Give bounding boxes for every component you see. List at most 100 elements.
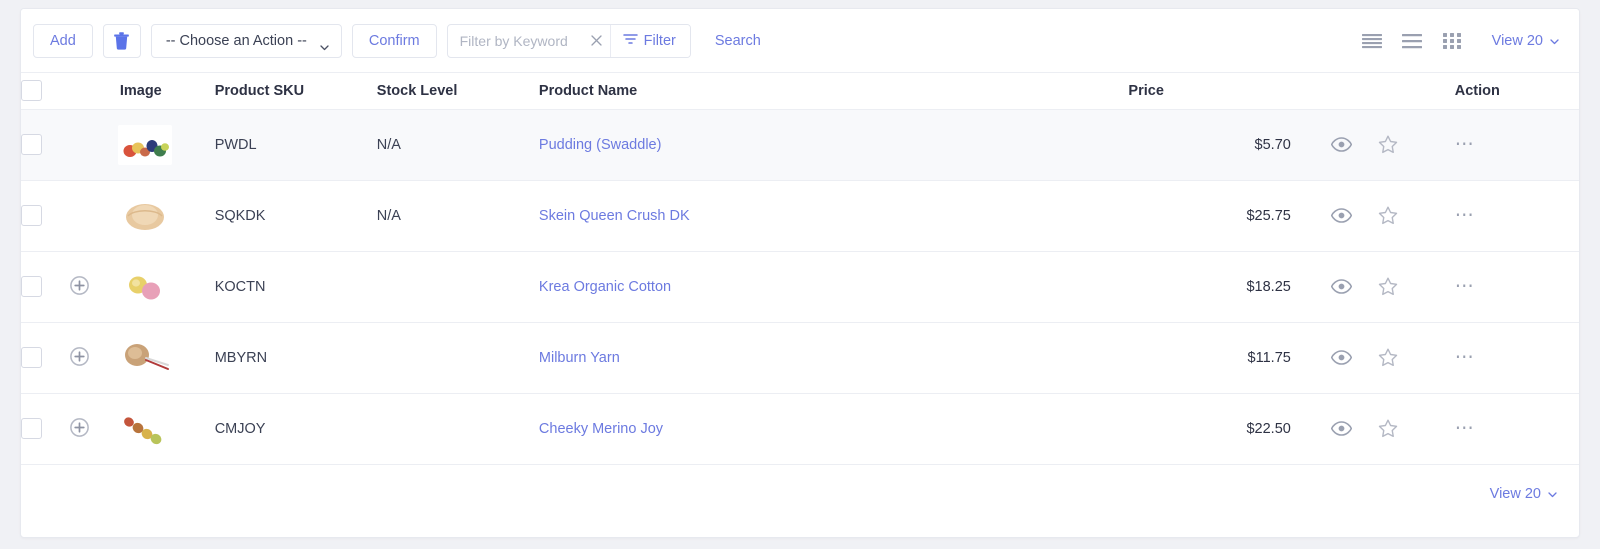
favorite-star-icon[interactable] (1378, 135, 1398, 154)
select-all-checkbox[interactable] (21, 80, 42, 102)
row-name-cell: Pudding (Swaddle) (538, 109, 1129, 181)
row-checkbox[interactable] (21, 418, 42, 439)
trash-icon (114, 31, 130, 50)
row-checkbox[interactable] (21, 134, 42, 155)
row-expand-cell (69, 251, 118, 323)
row-sku-cell: CMJOY (214, 393, 377, 465)
filter-keyword-input[interactable] (447, 24, 584, 57)
table-row[interactable]: MBYRN Milburn Yarn $11.75 ⋯ (21, 322, 1579, 394)
row-action-cell: ⋯ (1454, 322, 1579, 394)
delete-button[interactable] (102, 23, 141, 58)
product-name-link[interactable]: Cheeky Merino Joy (539, 421, 663, 437)
row-sku-cell: SQKDK (214, 180, 377, 252)
product-price: $25.75 (1246, 207, 1291, 224)
table-row[interactable]: CMJOY Cheeky Merino Joy $22.50 ⋯ (21, 393, 1579, 465)
row-quick-actions (1297, 419, 1455, 438)
row-image-cell (117, 109, 215, 181)
stock-level-text: N/A (376, 136, 401, 153)
action-select[interactable]: -- Choose an Action -- (150, 23, 342, 58)
row-checkbox[interactable] (21, 205, 42, 226)
table-row[interactable]: PWDL N/A Pudding (Swaddle) $5.70 ⋯ (21, 109, 1579, 181)
filter-funnel-icon (622, 33, 638, 49)
search-button[interactable]: Search (701, 24, 775, 58)
view-eye-icon[interactable] (1330, 421, 1352, 436)
row-select-cell (21, 322, 70, 394)
product-name-link[interactable]: Milburn Yarn (539, 350, 620, 366)
row-name-cell: Skein Queen Crush DK (538, 180, 1129, 252)
row-checkbox[interactable] (21, 276, 42, 297)
table-row[interactable]: KOCTN Krea Organic Cotton $18.25 ⋯ (21, 251, 1579, 323)
table-body: PWDL N/A Pudding (Swaddle) $5.70 ⋯ SQKDK N/A Sk… (21, 109, 1579, 465)
product-price: $18.25 (1246, 278, 1291, 295)
list-view-icon[interactable] (1398, 29, 1426, 53)
row-name-cell: Milburn Yarn (538, 322, 1129, 394)
table-header-row: Image Product SKU Stock Level Product Na… (21, 73, 1579, 110)
row-quick-actions (1297, 206, 1455, 225)
row-action-cell: ⋯ (1454, 393, 1579, 465)
row-more-actions-icon[interactable]: ⋯ (1455, 135, 1476, 154)
row-more-actions-icon[interactable]: ⋯ (1455, 277, 1476, 296)
row-stock-cell: N/A (376, 180, 539, 252)
product-table: Image Product SKU Stock Level Product Na… (21, 73, 1579, 465)
product-sku: CMJOY (214, 420, 266, 437)
row-stock-cell (376, 322, 539, 394)
row-expand-cell (69, 393, 118, 465)
view-count-selector-top[interactable]: View 20 (1492, 33, 1561, 49)
product-thumbnail (117, 408, 172, 449)
row-image-cell (117, 322, 215, 394)
row-stock-cell: N/A (376, 109, 539, 181)
row-checkbox[interactable] (21, 347, 42, 368)
filter-button-label: Filter (643, 32, 676, 49)
expand-row-icon[interactable] (69, 275, 90, 296)
favorite-star-icon[interactable] (1378, 348, 1398, 367)
product-price: $11.75 (1247, 349, 1291, 366)
view-count-label-bottom: View 20 (1489, 485, 1541, 502)
row-action-cell: ⋯ (1454, 109, 1579, 181)
row-quick-actions-cell (1296, 322, 1455, 394)
product-thumbnail (117, 337, 172, 378)
expand-row-icon[interactable] (69, 346, 90, 367)
product-name-link[interactable]: Pudding (Swaddle) (539, 137, 662, 153)
view-count-selector-bottom[interactable]: View 20 (1490, 486, 1559, 502)
product-name-link[interactable]: Skein Queen Crush DK (539, 208, 690, 224)
row-more-actions-icon[interactable]: ⋯ (1455, 206, 1476, 225)
view-eye-icon[interactable] (1330, 137, 1352, 152)
product-thumbnail (117, 266, 172, 307)
table-row[interactable]: SQKDK N/A Skein Queen Crush DK $25.75 ⋯ (21, 180, 1579, 252)
row-image-cell (117, 251, 215, 323)
row-quick-actions (1297, 277, 1455, 296)
confirm-button[interactable]: Confirm (351, 23, 437, 58)
expand-row-icon[interactable] (69, 417, 90, 438)
toolbar: Add -- Choose an Action -- Confirm Filte… (21, 9, 1579, 73)
view-eye-icon[interactable] (1330, 208, 1352, 223)
view-mode-toggles (1358, 29, 1466, 53)
favorite-star-icon[interactable] (1378, 206, 1398, 225)
column-header-action: Action (1454, 73, 1579, 110)
add-button[interactable]: Add (33, 23, 93, 58)
favorite-star-icon[interactable] (1378, 277, 1398, 296)
filter-group: Filter (446, 23, 691, 58)
row-sku-cell: KOCTN (214, 251, 377, 323)
row-expand-cell (69, 109, 118, 181)
compact-list-view-icon[interactable] (1358, 29, 1386, 53)
row-price-cell: $25.75 (1128, 180, 1297, 252)
row-price-cell: $18.25 (1128, 251, 1297, 323)
row-image-cell (117, 393, 215, 465)
view-eye-icon[interactable] (1330, 279, 1352, 294)
column-header-stock: Stock Level (376, 73, 539, 110)
action-select-value: -- Choose an Action -- (165, 32, 307, 49)
page-root: Add -- Choose an Action -- Confirm Filte… (0, 0, 1600, 549)
row-more-actions-icon[interactable]: ⋯ (1455, 348, 1476, 367)
product-grid-panel: Add -- Choose an Action -- Confirm Filte… (20, 8, 1580, 538)
row-expand-cell (69, 180, 118, 252)
table-footer: View 20 (21, 464, 1579, 523)
row-more-actions-icon[interactable]: ⋯ (1455, 419, 1476, 438)
row-quick-actions-cell (1296, 251, 1455, 323)
product-name-link[interactable]: Krea Organic Cotton (539, 279, 671, 295)
filter-button[interactable]: Filter (609, 24, 690, 57)
row-action-cell: ⋯ (1454, 180, 1579, 252)
clear-filter-icon[interactable] (584, 25, 610, 57)
view-eye-icon[interactable] (1330, 350, 1352, 365)
favorite-star-icon[interactable] (1378, 419, 1398, 438)
grid-view-icon[interactable] (1438, 29, 1466, 53)
